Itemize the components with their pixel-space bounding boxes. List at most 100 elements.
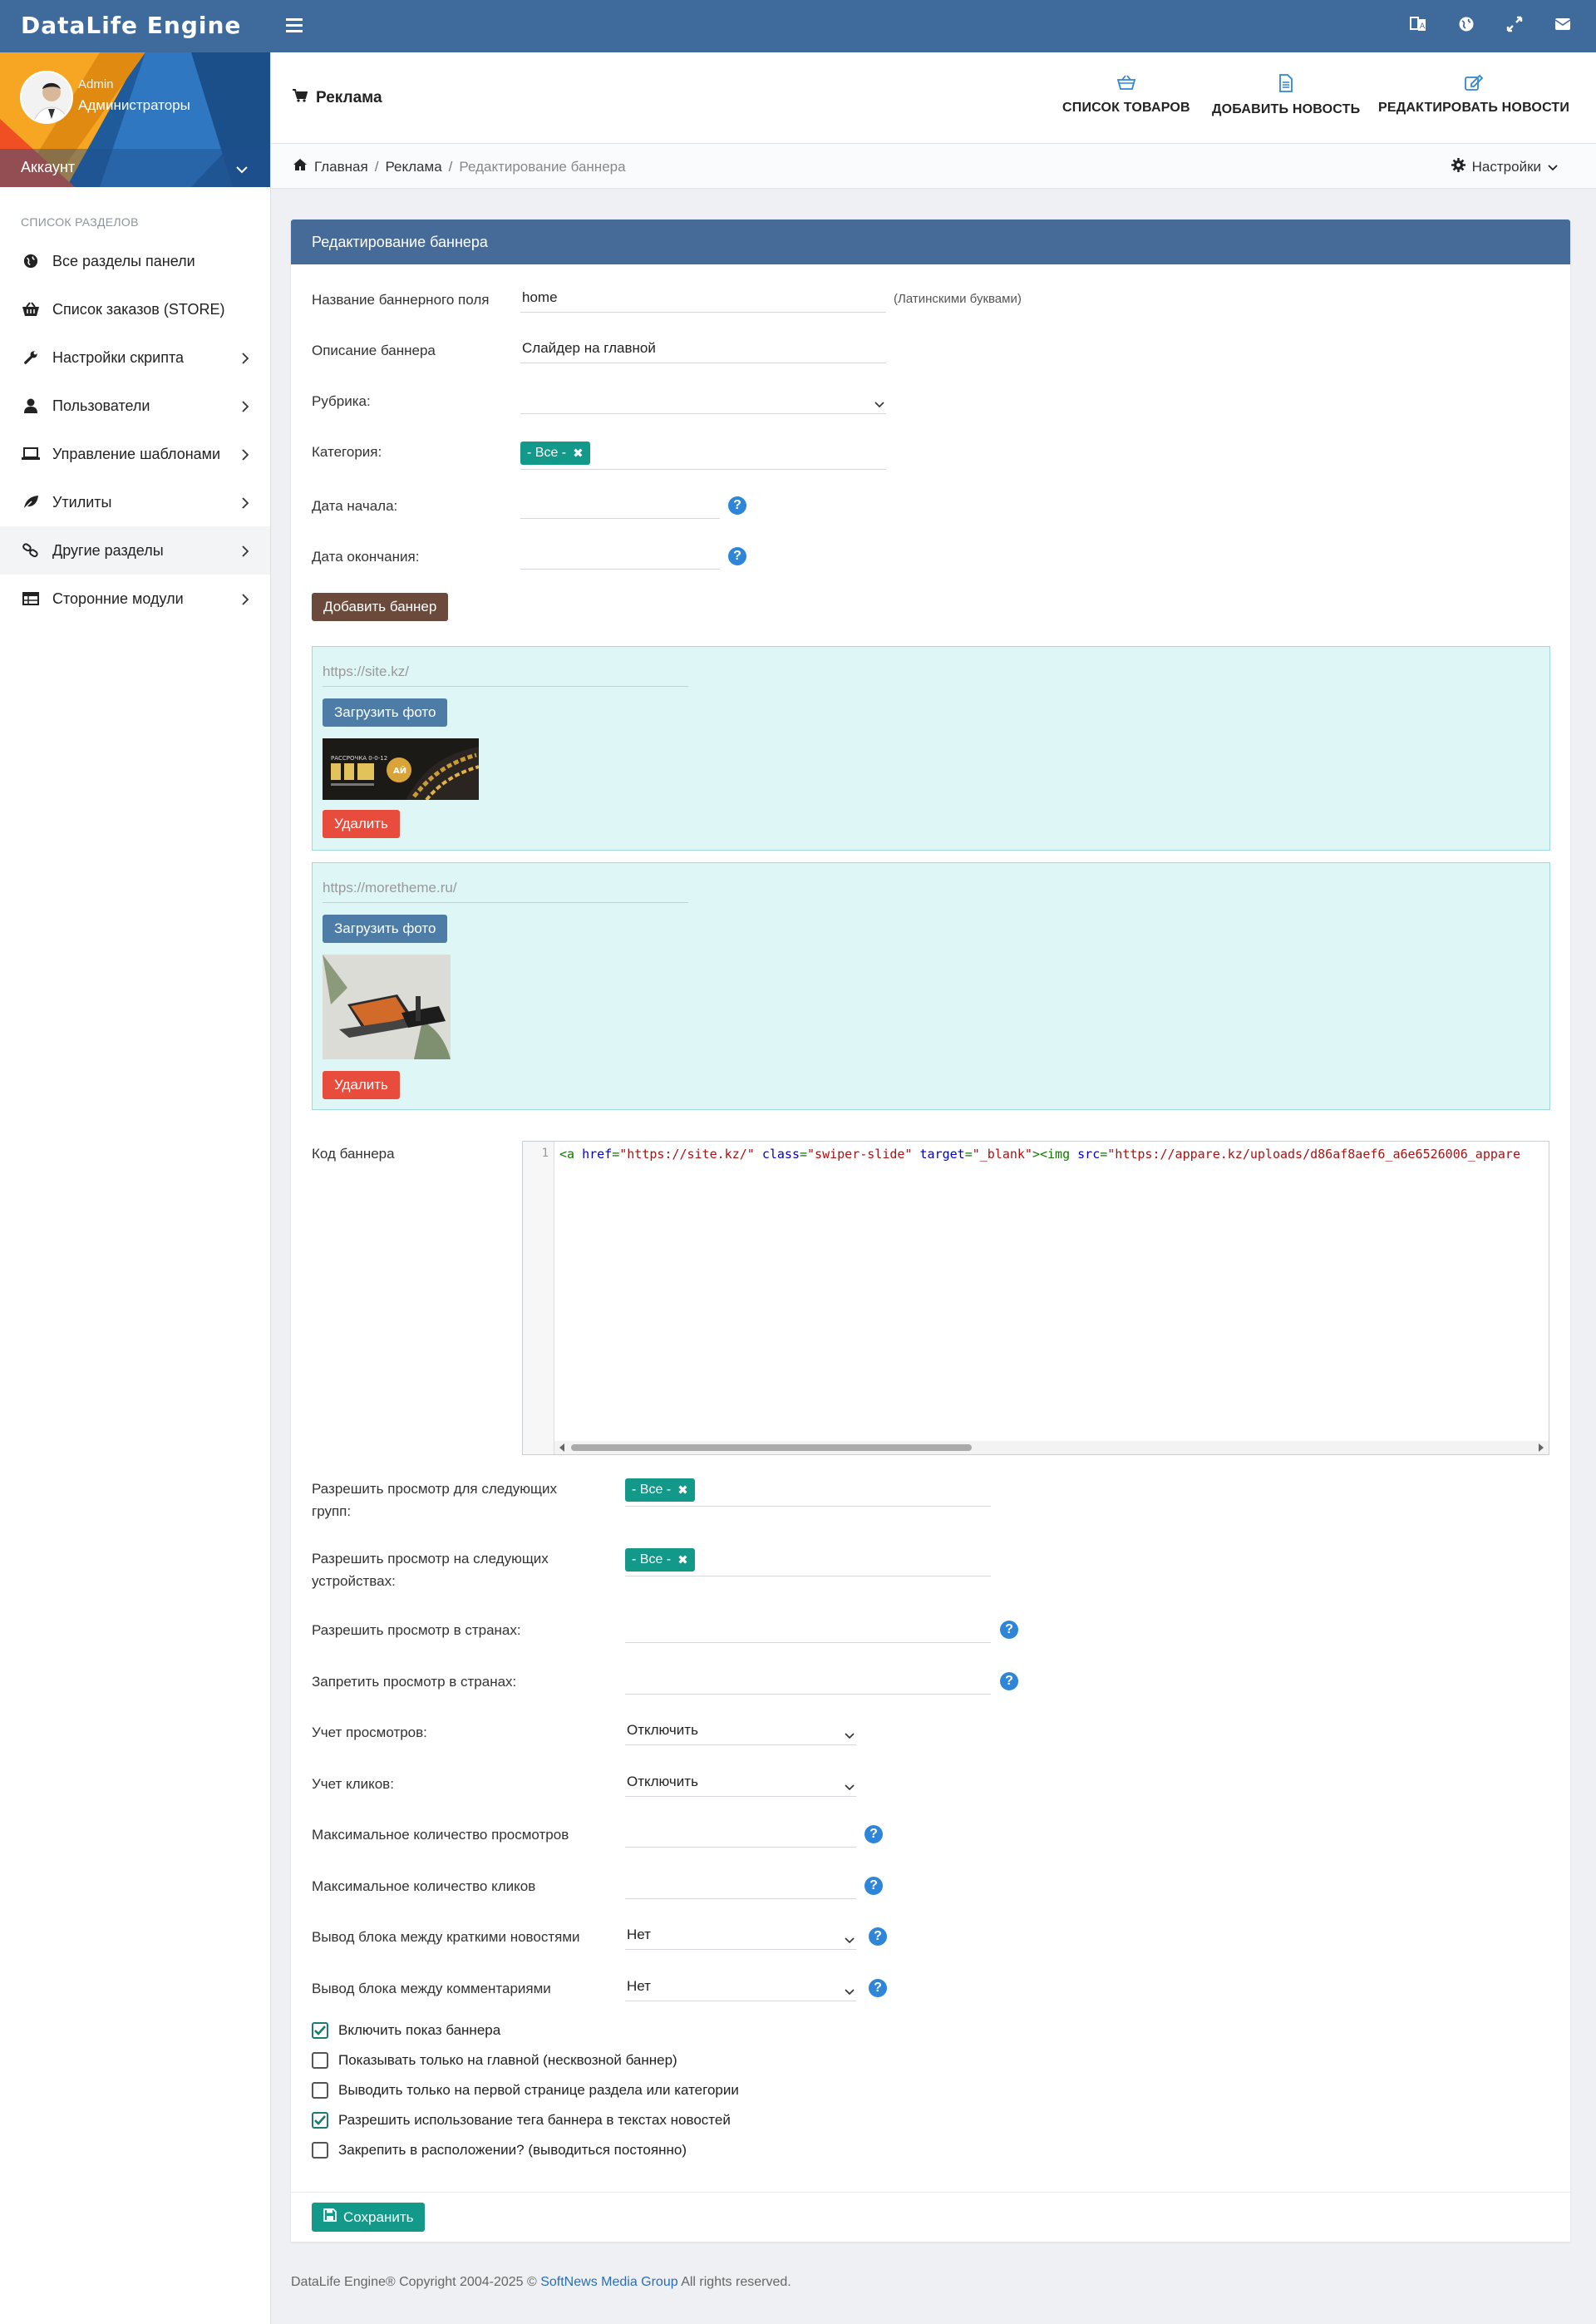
- start-date-label: Дата начала:: [312, 498, 398, 514]
- save-button[interactable]: Сохранить: [312, 2203, 426, 2232]
- sidebar-item-orders[interactable]: Список заказов (STORE): [0, 285, 270, 333]
- home-icon[interactable]: [293, 158, 308, 175]
- checkbox-label: Включить показ баннера: [338, 2022, 501, 2038]
- banner-url-input[interactable]: https://moretheme.ru/: [323, 873, 688, 903]
- between-comments-label: Вывод блока между комментариями: [312, 1981, 551, 1996]
- sidebar-item-other-sections[interactable]: Другие разделы: [0, 526, 270, 575]
- help-icon[interactable]: ?: [869, 1979, 887, 1997]
- clicks-count-value: Отключить: [627, 1774, 698, 1789]
- help-icon[interactable]: ?: [1000, 1672, 1018, 1690]
- start-date-input[interactable]: [520, 489, 720, 519]
- banner-url-input[interactable]: https://site.kz/: [323, 657, 688, 687]
- main-page-only-checkbox[interactable]: Показывать только на главной (несквозной…: [312, 2052, 677, 2069]
- account-dropdown[interactable]: Аккаунт: [0, 149, 270, 187]
- upload-photo-button[interactable]: Загрузить фото: [323, 915, 448, 943]
- delete-banner-button[interactable]: Удалить: [323, 1071, 400, 1099]
- between-comments-select[interactable]: Нет: [625, 1971, 856, 2001]
- scroll-left-icon[interactable]: [559, 1443, 564, 1452]
- horizontal-scrollbar[interactable]: [554, 1441, 1549, 1454]
- delete-banner-button[interactable]: Удалить: [323, 810, 400, 838]
- sidebar-item-users[interactable]: Пользователи: [0, 382, 270, 430]
- remove-tag-icon[interactable]: ✖: [677, 1483, 688, 1498]
- devices-label: Разрешить просмотр на следующих устройст…: [312, 1551, 549, 1589]
- end-date-input[interactable]: [520, 540, 720, 570]
- groups-tag: - Все - ✖: [625, 1478, 695, 1502]
- breadcrumb-home[interactable]: Главная: [314, 159, 368, 175]
- first-page-only-checkbox[interactable]: Выводить только на первой странице разде…: [312, 2082, 739, 2099]
- sidebar-item-all-sections[interactable]: Все разделы панели: [0, 237, 270, 285]
- add-banner-button[interactable]: Добавить баннер: [312, 593, 449, 621]
- help-icon[interactable]: ?: [869, 1927, 887, 1946]
- settings-dropdown[interactable]: Настройки: [1451, 158, 1558, 176]
- breadcrumb-separator: /: [374, 158, 379, 175]
- sidebar-item-utilities[interactable]: Утилиты: [0, 478, 270, 526]
- enable-banner-checkbox[interactable]: Включить показ баннера: [312, 2022, 500, 2039]
- checkbox-box[interactable]: [312, 2142, 328, 2159]
- sidebar-item-script-settings[interactable]: Настройки скрипта: [0, 333, 270, 382]
- mail-icon[interactable]: [1553, 14, 1573, 34]
- banner-edit-panel: Редактирование баннера Название баннерно…: [291, 220, 1570, 2242]
- max-views-input[interactable]: [625, 1818, 856, 1848]
- scroll-right-icon[interactable]: [1539, 1443, 1544, 1452]
- line-numbers: 1: [523, 1142, 554, 1454]
- rubric-select[interactable]: [520, 384, 886, 414]
- brand-logo[interactable]: DataLife Engine: [21, 12, 241, 39]
- views-count-select[interactable]: Отключить: [625, 1715, 856, 1745]
- deny-countries-input[interactable]: [625, 1665, 991, 1695]
- translate-icon[interactable]: A: [1408, 14, 1428, 34]
- company-link[interactable]: SoftNews Media Group: [540, 2275, 677, 2289]
- page-header: Реклама СПИСОК ТОВАРОВ ДОБАВИТЬ НОВОСТЬ …: [271, 52, 1596, 144]
- add-news-button[interactable]: ДОБАВИТЬ НОВОСТЬ: [1212, 74, 1360, 117]
- checkbox-box[interactable]: [312, 2022, 328, 2039]
- scrollbar-thumb[interactable]: [571, 1444, 972, 1451]
- between-news-select[interactable]: Нет: [625, 1920, 856, 1950]
- table-icon: [21, 590, 41, 608]
- banner-name-input[interactable]: home: [520, 283, 886, 313]
- account-label: Аккаунт: [21, 159, 76, 175]
- pin-banner-checkbox[interactable]: Закрепить в расположении? (выводиться по…: [312, 2142, 687, 2159]
- banner-description-input[interactable]: Слайдер на главной: [520, 333, 886, 363]
- edit-news-button[interactable]: РЕДАКТИРОВАТЬ НОВОСТИ: [1378, 74, 1569, 116]
- checkbox-box[interactable]: [312, 2052, 328, 2069]
- clicks-count-select[interactable]: Отключить: [625, 1767, 856, 1797]
- help-icon[interactable]: ?: [864, 1825, 883, 1843]
- deny-countries-label: Запретить просмотр в странах:: [312, 1674, 517, 1690]
- copyright-text: DataLife Engine® Copyright 2004-2025 ©: [291, 2275, 541, 2289]
- products-list-button[interactable]: СПИСОК ТОВАРОВ: [1062, 74, 1190, 116]
- sidebar-item-label: Другие разделы: [52, 541, 164, 559]
- avatar[interactable]: [20, 71, 73, 124]
- checkbox-label: Показывать только на главной (несквозной…: [338, 2052, 677, 2068]
- checkbox-box[interactable]: [312, 2112, 328, 2129]
- remove-tag-icon[interactable]: ✖: [677, 1552, 688, 1567]
- code-line[interactable]: <a href="https://site.kz/" class="swiper…: [559, 1147, 1545, 1162]
- allow-banner-tag-checkbox[interactable]: Разрешить использование тега баннера в т…: [312, 2112, 731, 2129]
- chevron-right-icon: [242, 351, 249, 368]
- upload-photo-button[interactable]: Загрузить фото: [323, 698, 448, 727]
- checkbox-box[interactable]: [312, 2082, 328, 2099]
- link-icon: [21, 541, 41, 560]
- help-icon[interactable]: ?: [728, 496, 746, 515]
- sidebar-item-templates[interactable]: Управление шаблонами: [0, 430, 270, 478]
- help-icon[interactable]: ?: [728, 547, 746, 565]
- max-clicks-input[interactable]: [625, 1869, 856, 1899]
- remove-tag-icon[interactable]: ✖: [573, 446, 584, 461]
- code-token: "https://site.kz/": [619, 1147, 755, 1162]
- banner-item: https://site.kz/ Загрузить фото AЙ РАССР…: [312, 646, 1550, 851]
- sidebar-item-third-party-modules[interactable]: Сторонние модули: [0, 575, 270, 623]
- code-token: ><img: [1032, 1147, 1078, 1162]
- banner-image-caption: РАССРОЧКА 0-0-12: [331, 755, 387, 762]
- code-token: <a: [559, 1147, 583, 1162]
- views-count-value: Отключить: [627, 1722, 698, 1738]
- globe-icon[interactable]: [1456, 14, 1476, 34]
- help-icon[interactable]: ?: [864, 1877, 883, 1895]
- code-editor[interactable]: 1 <a href="https://site.kz/" class="swip…: [522, 1141, 1549, 1455]
- document-icon: [1279, 74, 1293, 92]
- fullscreen-icon[interactable]: [1505, 14, 1525, 34]
- sidebar-item-label: Настройки скрипта: [52, 348, 185, 366]
- allow-countries-input[interactable]: [625, 1613, 991, 1643]
- code-token: "https://appare.kz/uploads/d86af8aef6_a6…: [1107, 1147, 1520, 1162]
- breadcrumb-ads[interactable]: Реклама: [385, 159, 441, 175]
- help-icon[interactable]: ?: [1000, 1621, 1018, 1639]
- menu-toggle-icon[interactable]: [283, 15, 306, 38]
